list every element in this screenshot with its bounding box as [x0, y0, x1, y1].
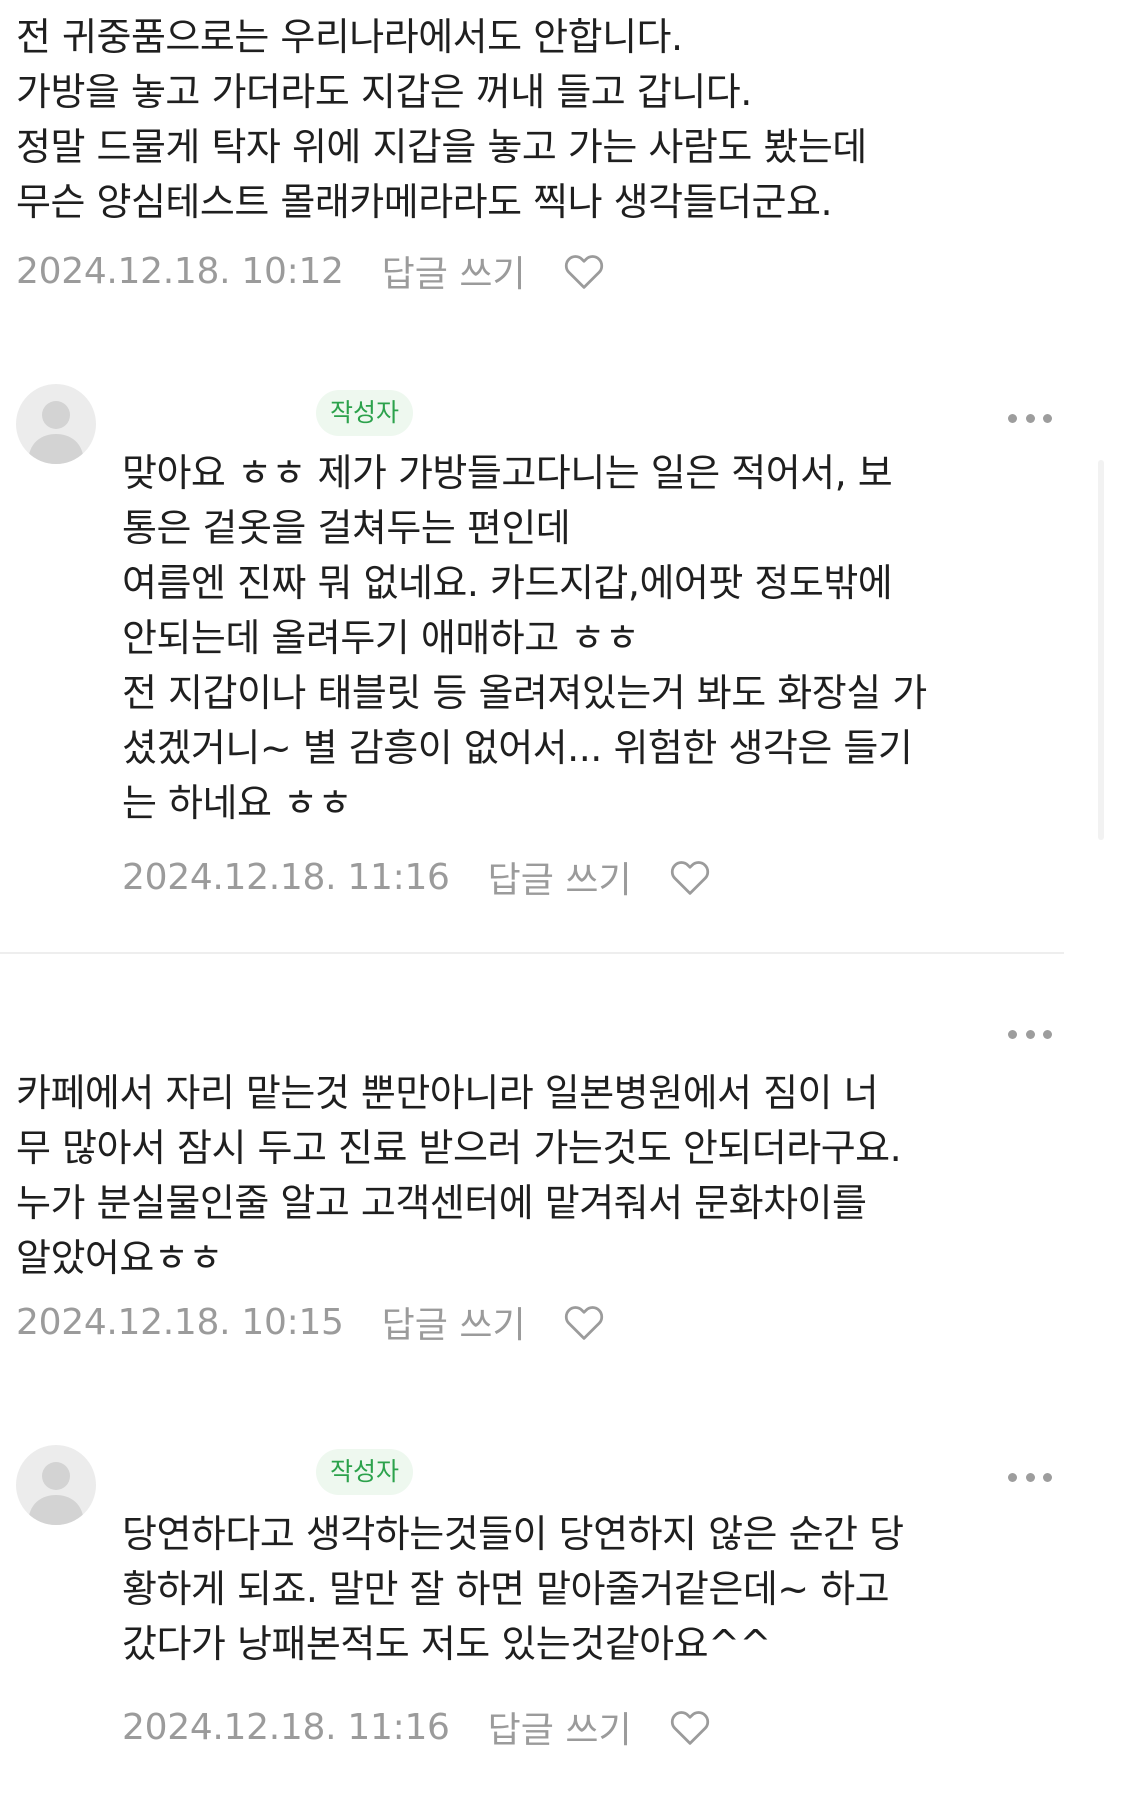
comment-timestamp: 2024.12.18. 11:16 [122, 856, 450, 898]
more-options-icon-dot [1043, 1029, 1052, 1039]
reply-button[interactable]: 답글 쓰기 [488, 1701, 632, 1753]
comment-meta: 2024.12.18. 10:12 답글 쓰기 [16, 246, 606, 296]
comment-timestamp: 2024.12.18. 10:15 [16, 1301, 344, 1343]
reply-button[interactable]: 답글 쓰기 [382, 1296, 526, 1348]
more-options-button[interactable] [1008, 1024, 1052, 1044]
heart-outline-icon [564, 1306, 603, 1340]
default-user-avatar-icon [28, 401, 84, 464]
comment-text: 맞아요 ㅎㅎ 제가 가방들고다니는 일은 적어서, 보 통은 겉옷을 걸쳐두는 … [122, 451, 927, 825]
scrollbar-track[interactable] [1098, 460, 1104, 840]
comment-text: 카페에서 자리 맡는것 뿐만아니라 일본병원에서 짐이 너 무 많아서 잠시 두… [16, 1071, 902, 1280]
more-options-icon [1008, 1472, 1017, 1482]
heart-outline-icon [670, 861, 709, 895]
more-options-icon-dot [1025, 1472, 1035, 1482]
like-button[interactable] [562, 1302, 606, 1342]
heart-outline-icon [564, 255, 603, 289]
author-badge: 작성자 [316, 1449, 414, 1495]
comment-divider [0, 952, 1064, 954]
like-button[interactable] [562, 251, 606, 291]
more-options-icon-dot [1025, 413, 1035, 423]
comment-meta: 2024.12.18. 11:16 답글 쓰기 [122, 852, 712, 902]
comment-timestamp: 2024.12.18. 11:16 [122, 1706, 450, 1748]
like-button[interactable] [668, 1707, 712, 1747]
more-options-icon-dot [1043, 413, 1052, 423]
default-user-avatar-icon [28, 1462, 84, 1525]
more-options-button[interactable] [1008, 408, 1052, 428]
more-options-icon [1008, 1029, 1017, 1039]
comment-timestamp: 2024.12.18. 10:12 [16, 250, 344, 292]
comment-meta: 2024.12.18. 10:15 답글 쓰기 [16, 1297, 606, 1347]
avatar[interactable] [16, 1445, 96, 1525]
comment-text: 당연하다고 생각하는것들이 당연하지 않은 순간 당 황하게 되죠. 말만 잘 … [122, 1512, 904, 1666]
like-button[interactable] [668, 857, 712, 897]
reply-button[interactable]: 답글 쓰기 [382, 245, 526, 297]
avatar[interactable] [16, 384, 96, 464]
comment-text: 전 귀중품으로는 우리나라에서도 안합니다. 가방을 놓고 가더라도 지갑은 꺼… [16, 15, 867, 224]
more-options-button[interactable] [1008, 1467, 1052, 1487]
more-options-icon [1008, 413, 1017, 423]
author-badge: 작성자 [316, 390, 414, 436]
comment-meta: 2024.12.18. 11:16 답글 쓰기 [122, 1702, 712, 1752]
heart-outline-icon [670, 1711, 709, 1745]
more-options-icon-dot [1025, 1029, 1035, 1039]
more-options-icon-dot [1043, 1472, 1052, 1482]
reply-button[interactable]: 답글 쓰기 [488, 851, 632, 903]
